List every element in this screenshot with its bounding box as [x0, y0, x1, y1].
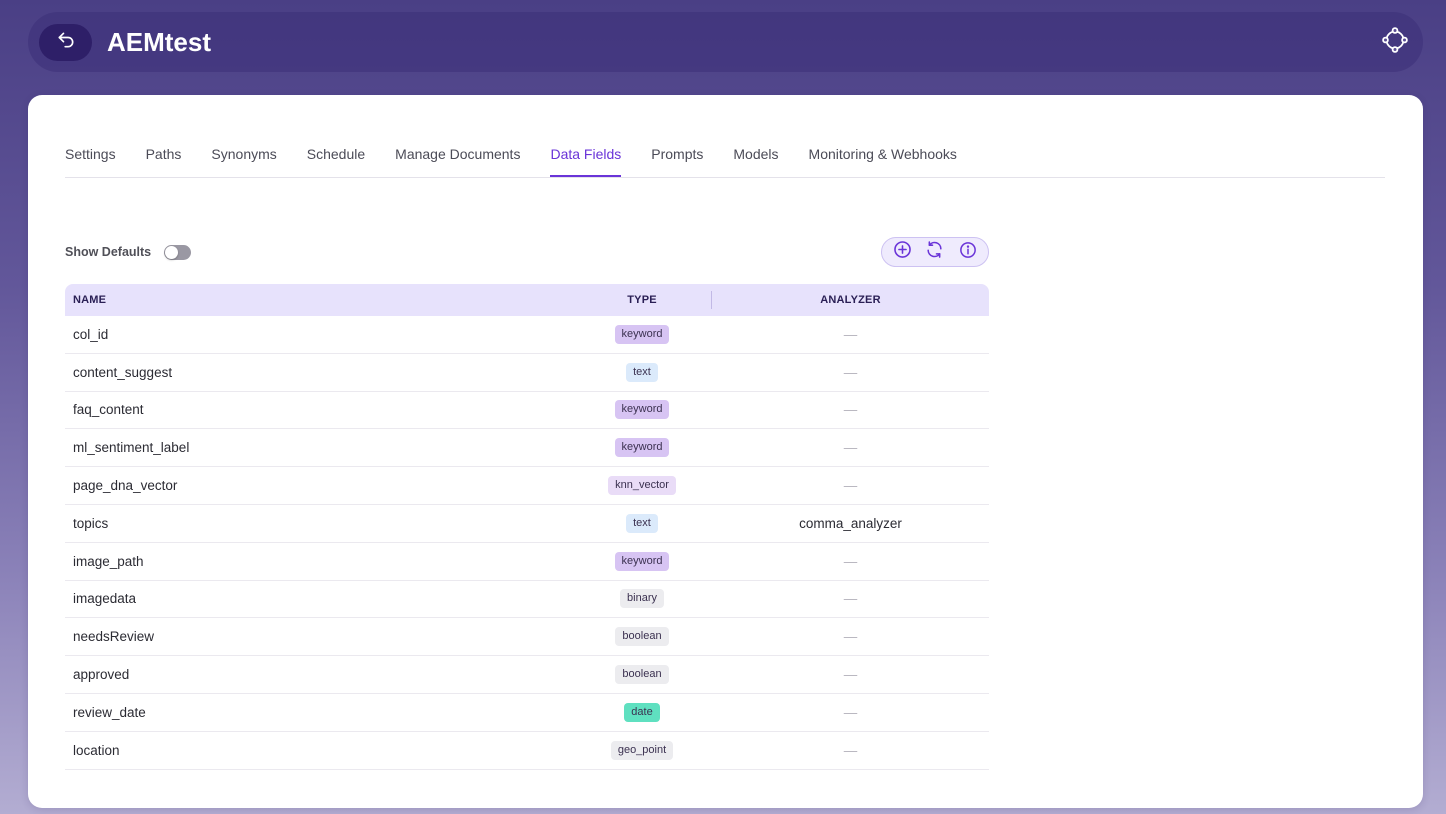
field-name: imagedata: [73, 591, 137, 607]
field-analyzer: comma_analyzer: [799, 515, 902, 531]
type-badge: boolean: [615, 665, 669, 685]
table-row[interactable]: col_id keyword —: [65, 316, 989, 354]
field-name: col_id: [73, 326, 109, 342]
field-analyzer: —: [843, 742, 858, 758]
tab-models[interactable]: Models: [733, 131, 778, 176]
tab-manage-documents[interactable]: Manage Documents: [395, 131, 520, 176]
field-analyzer: —: [843, 704, 858, 720]
tab-schedule[interactable]: Schedule: [307, 131, 365, 176]
tab-prompts[interactable]: Prompts: [651, 131, 703, 176]
field-analyzer: —: [843, 326, 858, 342]
data-fields-table: NAME TYPE ANALYZER col_id keyword — content…: [65, 284, 989, 770]
table-row[interactable]: ml_sentiment_label keyword —: [65, 429, 989, 468]
type-badge: keyword: [614, 400, 670, 420]
field-analyzer: —: [843, 553, 858, 569]
table-body: col_id keyword — content_suggest text — faq_co…: [65, 316, 989, 770]
add-circle-icon: [893, 240, 912, 264]
field-analyzer: —: [843, 402, 858, 418]
focus-target-icon: [1382, 26, 1408, 58]
toggle-knob: [165, 246, 178, 259]
field-type-cell: text: [572, 513, 712, 533]
field-type-cell: keyword: [572, 324, 712, 344]
field-name: page_dna_vector: [73, 478, 178, 494]
table-row[interactable]: faq_content keyword —: [65, 392, 989, 430]
table-row[interactable]: needsReview boolean —: [65, 618, 989, 657]
field-type-cell: knn_vector: [572, 476, 712, 496]
field-name: topics: [73, 515, 109, 531]
refresh-button[interactable]: [924, 241, 946, 263]
undo-arrow-icon: [56, 30, 76, 55]
field-type-cell: binary: [572, 589, 712, 609]
table-row[interactable]: approved boolean —: [65, 656, 989, 694]
field-analyzer: —: [843, 629, 858, 645]
field-type-cell: date: [572, 702, 712, 722]
field-name: content_suggest: [73, 364, 173, 380]
refresh-icon: [925, 240, 944, 264]
field-name: approved: [73, 667, 130, 683]
table-row[interactable]: imagedata binary —: [65, 581, 989, 619]
field-type-cell: boolean: [572, 665, 712, 685]
tab-data-fields[interactable]: Data Fields: [550, 131, 621, 177]
column-divider: [711, 291, 712, 309]
tab-settings[interactable]: Settings: [65, 131, 116, 176]
type-badge: keyword: [614, 324, 670, 344]
type-badge: binary: [620, 589, 664, 609]
field-name: needsReview: [73, 629, 155, 645]
info-button[interactable]: [957, 241, 979, 263]
tab-paths[interactable]: Paths: [146, 131, 182, 176]
field-analyzer: —: [843, 591, 858, 607]
type-badge: text: [626, 362, 658, 382]
field-type-cell: keyword: [572, 551, 712, 571]
type-badge: date: [624, 702, 660, 722]
controls-row: Show Defaults: [65, 237, 989, 269]
tab-monitoring-and-webhooks[interactable]: Monitoring & Webhooks: [809, 131, 957, 176]
info-icon: [959, 241, 977, 264]
field-type-cell: boolean: [572, 627, 712, 647]
show-defaults-toggle[interactable]: [164, 245, 191, 260]
type-badge: text: [626, 513, 658, 533]
focus-button[interactable]: [1381, 26, 1409, 58]
table-row[interactable]: image_path keyword —: [65, 543, 989, 581]
tab-bar: Settings Paths Synonyms Schedule Manage Docu…: [65, 131, 1385, 178]
field-type-cell: keyword: [572, 438, 712, 458]
back-button[interactable]: [39, 24, 92, 61]
main-card: Settings Paths Synonyms Schedule Manage Docu…: [28, 95, 1423, 808]
field-analyzer: —: [843, 667, 858, 683]
type-badge: geo_point: [610, 740, 674, 760]
column-header-name[interactable]: NAME: [65, 294, 572, 306]
field-analyzer: —: [843, 364, 858, 380]
type-badge: knn_vector: [608, 476, 676, 496]
field-type-cell: keyword: [572, 400, 712, 420]
table-row[interactable]: content_suggest text —: [65, 354, 989, 392]
column-header-analyzer[interactable]: ANALYZER: [712, 294, 989, 306]
type-badge: keyword: [614, 551, 670, 571]
field-analyzer: —: [843, 440, 858, 456]
field-name: faq_content: [73, 402, 144, 418]
table-header: NAME TYPE ANALYZER: [65, 284, 989, 316]
top-bar: AEMtest: [28, 12, 1423, 72]
add-field-button[interactable]: [891, 241, 913, 263]
field-type-cell: geo_point: [572, 740, 712, 760]
column-header-type[interactable]: TYPE: [572, 294, 712, 306]
page-title: AEMtest: [107, 27, 212, 57]
field-type-cell: text: [572, 362, 712, 382]
type-badge: keyword: [614, 438, 670, 458]
field-name: location: [73, 742, 120, 758]
field-name: review_date: [73, 704, 146, 720]
field-name: image_path: [73, 553, 144, 569]
type-badge: boolean: [615, 627, 669, 647]
tab-synonyms[interactable]: Synonyms: [211, 131, 276, 176]
show-defaults-label: Show Defaults: [65, 245, 152, 259]
field-analyzer: —: [843, 478, 858, 494]
field-name: ml_sentiment_label: [73, 440, 190, 456]
table-row[interactable]: location geo_point —: [65, 732, 989, 770]
table-row[interactable]: review_date date —: [65, 694, 989, 732]
table-row[interactable]: topics text comma_analyzer: [65, 505, 989, 543]
table-row[interactable]: page_dna_vector knn_vector —: [65, 467, 989, 505]
action-button-group: [881, 237, 989, 267]
